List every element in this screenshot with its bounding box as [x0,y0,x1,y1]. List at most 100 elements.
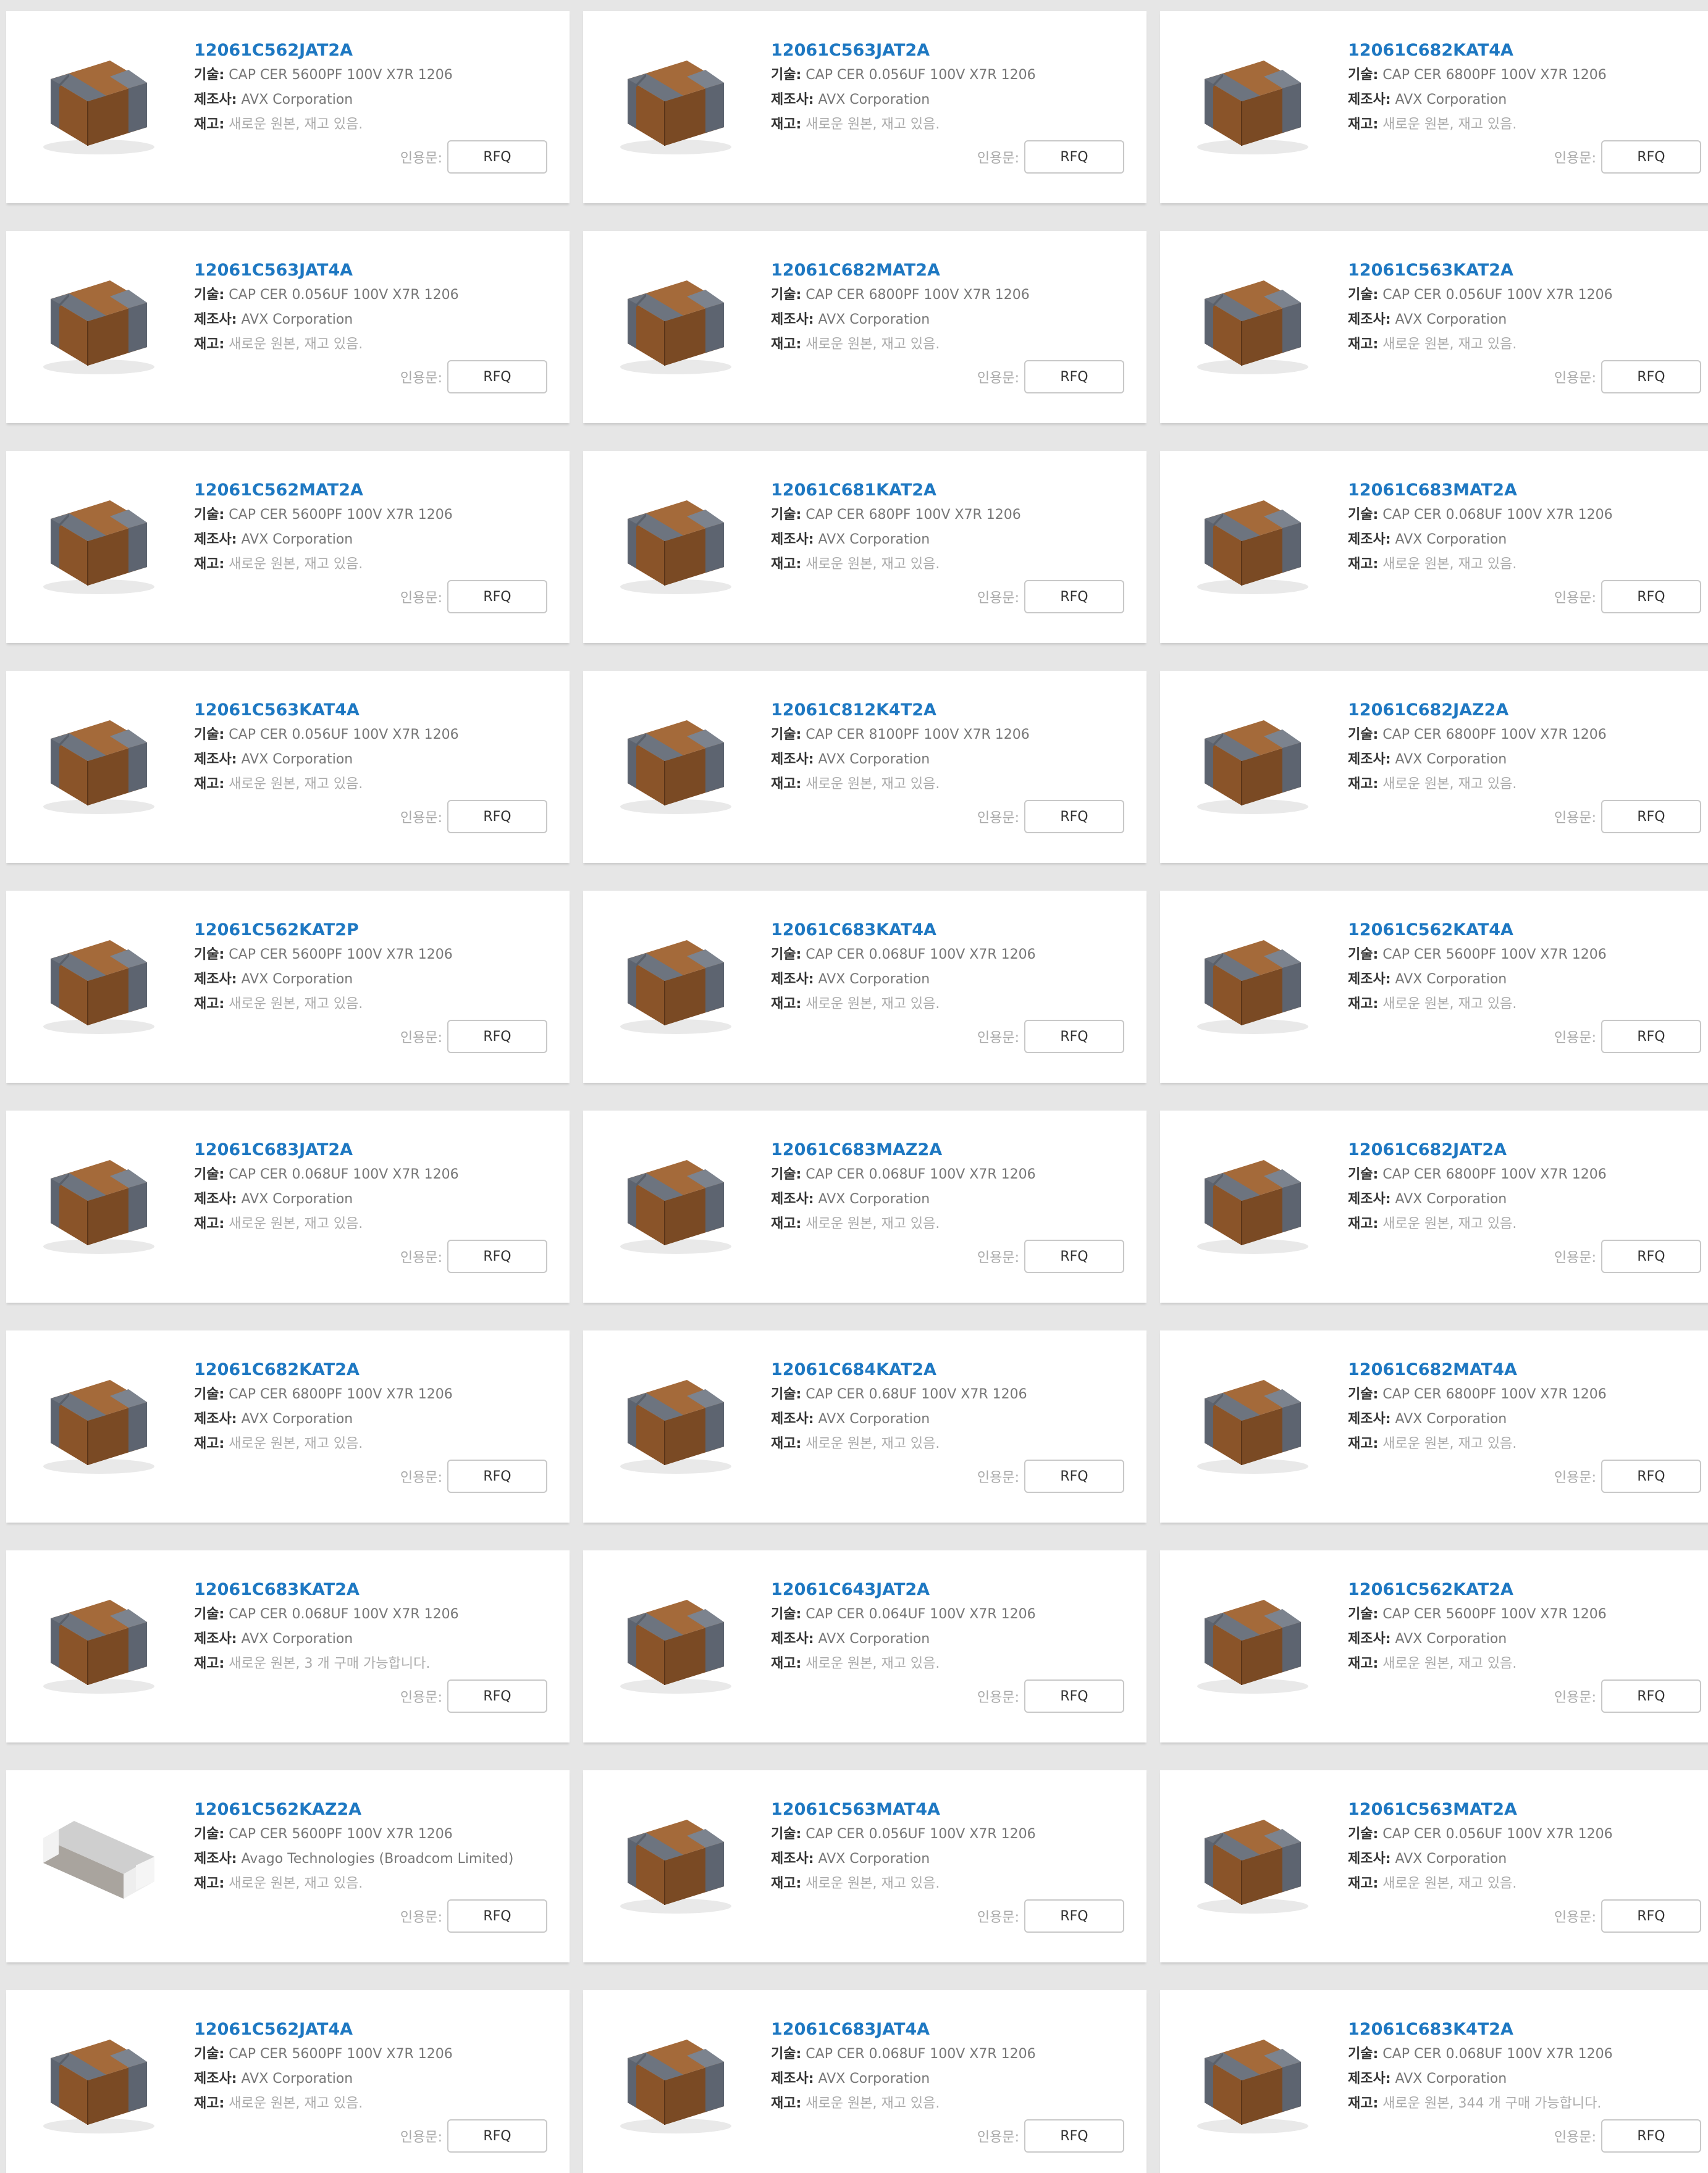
rfq-button[interactable]: RFQ [1601,1679,1701,1713]
part-number-link[interactable]: 12061C682MAT4A [1348,1358,1708,1382]
rfq-button[interactable]: RFQ [1024,2119,1124,2153]
part-number-link[interactable]: 12061C562KAT4A [1348,918,1708,943]
part-number-link[interactable]: 12061C563MAT4A [771,1797,1134,1822]
rfq-button[interactable]: RFQ [447,1020,547,1053]
part-number-link[interactable]: 12061C683KAT4A [771,918,1134,943]
part-number-link[interactable]: 12061C682JAZ2A [1348,698,1708,723]
rfq-button[interactable]: RFQ [1024,1240,1124,1273]
rfq-button[interactable]: RFQ [447,2119,547,2153]
product-image[interactable] [1185,256,1321,385]
part-number-link[interactable]: 12061C682KAT4A [1348,38,1708,63]
part-number-link[interactable]: 12061C682KAT2A [194,1358,557,1382]
rfq-button[interactable]: RFQ [1024,800,1124,833]
part-number-link[interactable]: 12061C682MAT2A [771,258,1134,283]
product-info: 12061C682KAT2A 기술: CAP CER 6800PF 100V X… [194,1358,557,1456]
product-image[interactable] [31,36,167,166]
product-image[interactable] [31,1575,167,1705]
rfq-button[interactable]: RFQ [1024,360,1124,393]
rfq-button[interactable]: RFQ [447,800,547,833]
manufacturer-value: AVX Corporation [818,1851,930,1867]
part-number-link[interactable]: 12061C812K4T2A [771,698,1134,723]
product-image[interactable] [608,915,744,1045]
rfq-button[interactable]: RFQ [1601,2119,1701,2153]
product-card: 12061C683KAT4A 기술: CAP CER 0.068UF 100V … [583,891,1146,1083]
product-image[interactable] [1185,915,1321,1045]
part-number-link[interactable]: 12061C683KAT2A [194,1578,557,1602]
rfq-button[interactable]: RFQ [1601,1460,1701,1493]
product-image[interactable] [31,1795,167,1925]
description-row: 기술: CAP CER 0.068UF 100V X7R 1206 [771,1162,1134,1187]
product-image[interactable] [1185,1135,1321,1265]
rfq-button[interactable]: RFQ [1601,140,1701,174]
part-number-link[interactable]: 12061C643JAT2A [771,1578,1134,1602]
product-image[interactable] [608,36,744,166]
rfq-button[interactable]: RFQ [1024,1460,1124,1493]
part-number-link[interactable]: 12061C683JAT4A [771,2017,1134,2042]
product-image[interactable] [1185,2015,1321,2145]
product-image[interactable] [1185,476,1321,605]
product-image[interactable] [1185,696,1321,825]
rfq-button[interactable]: RFQ [447,580,547,613]
quote-area: 인용문: RFQ [400,580,547,613]
part-number-link[interactable]: 12061C563JAT2A [771,38,1134,63]
product-image[interactable] [608,1795,744,1925]
product-image[interactable] [608,256,744,385]
product-image[interactable] [1185,1575,1321,1705]
rfq-button[interactable]: RFQ [1601,1899,1701,1933]
description-row: 기술: CAP CER 5600PF 100V X7R 1206 [194,1822,557,1847]
part-number-link[interactable]: 12061C562JAT4A [194,2017,557,2042]
part-number-link[interactable]: 12061C562KAZ2A [194,1797,557,1822]
rfq-button[interactable]: RFQ [1601,1020,1701,1053]
part-number-link[interactable]: 12061C562KAT2P [194,918,557,943]
product-image[interactable] [608,1575,744,1705]
product-image[interactable] [31,1135,167,1265]
part-number-link[interactable]: 12061C563KAT2A [1348,258,1708,283]
rfq-button[interactable]: RFQ [447,360,547,393]
product-image[interactable] [31,1355,167,1485]
rfq-button[interactable]: RFQ [447,1899,547,1933]
rfq-button[interactable]: RFQ [1024,580,1124,613]
part-number-link[interactable]: 12061C683JAT2A [194,1138,557,1162]
part-number-link[interactable]: 12061C682JAT2A [1348,1138,1708,1162]
part-number-link[interactable]: 12061C563KAT4A [194,698,557,723]
product-image[interactable] [608,696,744,825]
product-image[interactable] [608,1135,744,1265]
product-image[interactable] [1185,36,1321,166]
rfq-button[interactable]: RFQ [447,1679,547,1713]
rfq-button[interactable]: RFQ [447,1460,547,1493]
part-number-link[interactable]: 12061C562KAT2A [1348,1578,1708,1602]
manufacturer-value: AVX Corporation [241,1631,353,1647]
rfq-button[interactable]: RFQ [447,1240,547,1273]
part-number-link[interactable]: 12061C683MAT2A [1348,478,1708,503]
rfq-button[interactable]: RFQ [1601,580,1701,613]
rfq-button[interactable]: RFQ [1024,1899,1124,1933]
rfq-button[interactable]: RFQ [1601,1240,1701,1273]
part-number-link[interactable]: 12061C562MAT2A [194,478,557,503]
product-image[interactable] [31,696,167,825]
product-image[interactable] [31,476,167,605]
rfq-button[interactable]: RFQ [1024,1020,1124,1053]
rfq-button[interactable]: RFQ [447,140,547,174]
product-image[interactable] [1185,1795,1321,1925]
product-image[interactable] [31,256,167,385]
part-number-link[interactable]: 12061C562JAT2A [194,38,557,63]
part-number-link[interactable]: 12061C683K4T2A [1348,2017,1708,2042]
part-number-link[interactable]: 12061C684KAT2A [771,1358,1134,1382]
part-number-link[interactable]: 12061C563JAT4A [194,258,557,283]
product-image[interactable] [1185,1355,1321,1485]
rfq-button[interactable]: RFQ [1601,360,1701,393]
product-card: 12061C562KAT4A 기술: CAP CER 5600PF 100V X… [1160,891,1708,1083]
product-image[interactable] [608,476,744,605]
part-number-link[interactable]: 12061C563MAT2A [1348,1797,1708,1822]
part-number-link[interactable]: 12061C683MAZ2A [771,1138,1134,1162]
stock-row: 재고: 새로운 원본, 재고 있음. [1348,1432,1708,1456]
product-info: 12061C563JAT2A 기술: CAP CER 0.056UF 100V … [771,38,1134,137]
product-image[interactable] [608,2015,744,2145]
rfq-button[interactable]: RFQ [1601,800,1701,833]
rfq-button[interactable]: RFQ [1024,1679,1124,1713]
rfq-button[interactable]: RFQ [1024,140,1124,174]
product-image[interactable] [608,1355,744,1485]
product-image[interactable] [31,915,167,1045]
part-number-link[interactable]: 12061C681KAT2A [771,478,1134,503]
product-image[interactable] [31,2015,167,2145]
